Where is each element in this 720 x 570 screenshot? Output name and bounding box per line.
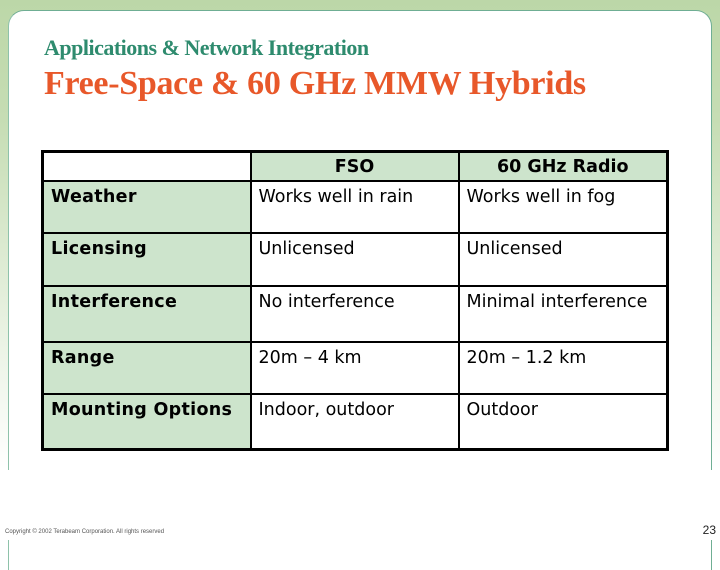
header-fso: FSO — [249, 150, 460, 182]
header-60ghz-radio: 60 GHz Radio — [457, 150, 669, 182]
radio-cell: 20m – 1.2 km — [457, 341, 669, 395]
comparison-table: FSO 60 GHz Radio Weather Works well in r… — [41, 150, 669, 451]
row-label: Interference — [41, 285, 252, 343]
row-label: Mounting Options — [41, 393, 252, 451]
table-row: Weather Works well in rain Works well in… — [41, 180, 669, 234]
radio-cell: Unlicensed — [457, 232, 669, 287]
fso-cell: 20m – 4 km — [249, 341, 460, 395]
row-label: Licensing — [41, 232, 252, 287]
radio-cell: Works well in fog — [457, 180, 669, 234]
fso-cell: Works well in rain — [249, 180, 460, 234]
slide-title: Free-Space & 60 GHz MMW Hybrids — [44, 65, 586, 102]
fso-cell: No interference — [249, 285, 460, 343]
fso-cell: Indoor, outdoor — [249, 393, 460, 451]
row-label: Range — [41, 341, 252, 395]
table-row: Range 20m – 4 km 20m – 1.2 km — [41, 341, 669, 395]
radio-cell: Outdoor — [457, 393, 669, 451]
copyright-notice: Copyright © 2002 Terabeam Corporation. A… — [5, 529, 165, 535]
table-row: Licensing Unlicensed Unlicensed — [41, 232, 669, 287]
fso-cell: Unlicensed — [249, 232, 460, 287]
page-number: 23 — [702, 523, 716, 537]
header-blank-cell — [41, 150, 252, 182]
radio-cell: Minimal interference — [457, 285, 669, 343]
row-label: Weather — [41, 180, 252, 234]
table-row: Mounting Options Indoor, outdoor Outdoor — [41, 393, 669, 451]
table-row: Interference No interference Minimal int… — [41, 285, 669, 343]
slide-subtitle: Applications & Network Integration — [44, 35, 369, 60]
table-header-row: FSO 60 GHz Radio — [41, 150, 669, 182]
